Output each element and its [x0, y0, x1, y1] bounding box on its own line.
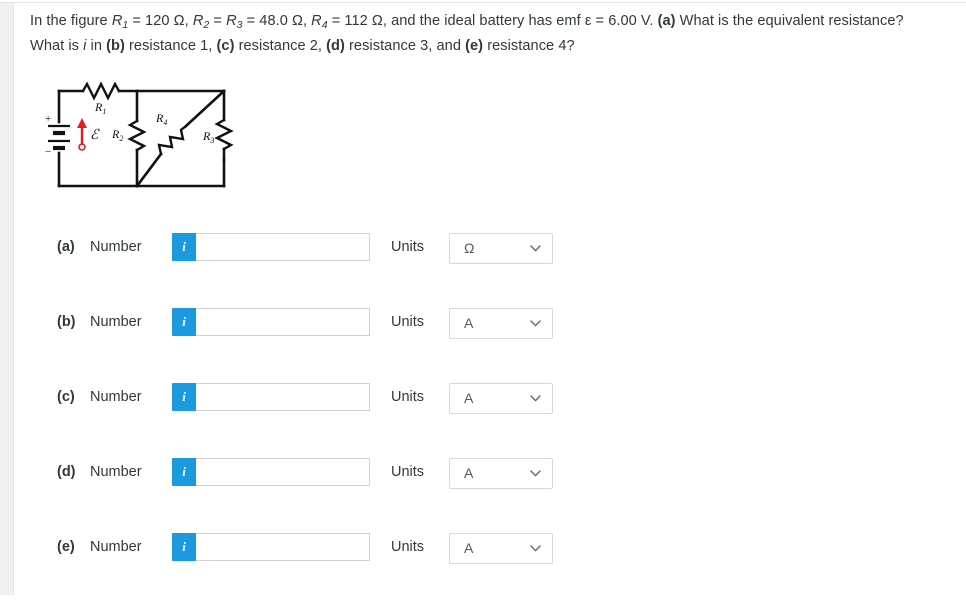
- info-icon[interactable]: i: [172, 383, 196, 411]
- units-select-c[interactable]: A: [449, 383, 553, 414]
- q-part-c-text: resistance 2,: [234, 37, 327, 54]
- r4-label: R4: [155, 111, 167, 127]
- answer-row-d: (d) Number i Units A: [15, 450, 966, 525]
- q-part-b-text: resistance 1,: [124, 37, 217, 54]
- battery-symbol: [48, 124, 70, 151]
- q-part-e-text: resistance 4?: [483, 37, 575, 54]
- resistor-labels: R1 R2 R3 R4: [94, 100, 214, 145]
- q-r1-value: = 120 Ω,: [128, 13, 193, 29]
- units-select-value: A: [464, 390, 474, 406]
- units-label: Units: [391, 464, 425, 480]
- row-number-label: Number: [90, 539, 142, 555]
- answer-row-c: (c) Number i Units A: [15, 375, 966, 450]
- q-part-b-tag: (b): [106, 37, 125, 54]
- q-r2-equals: =: [209, 13, 227, 29]
- answer-number-input-a[interactable]: [196, 233, 370, 261]
- q-line2-pre: What is: [30, 37, 84, 54]
- q-part-d-tag: (d): [326, 37, 345, 54]
- answer-field-group: i: [172, 233, 370, 261]
- answer-number-input-e[interactable]: [196, 533, 370, 561]
- circuit-figure: + − ℰ R1 R2 R3 R4: [43, 75, 243, 200]
- row-number-label: Number: [90, 314, 142, 330]
- answer-row-a: (a) Number i Units Ω: [15, 225, 966, 300]
- answer-number-input-c[interactable]: [196, 383, 370, 411]
- units-select-a[interactable]: Ω: [449, 233, 553, 264]
- answer-number-input-b[interactable]: [196, 308, 370, 336]
- emf-label: ℰ: [90, 128, 100, 143]
- info-icon[interactable]: i: [172, 308, 196, 336]
- row-letter-1: (b): [57, 314, 76, 330]
- circuit-svg: + − ℰ R1 R2 R3 R4: [45, 81, 234, 188]
- q-part-a-tag: (a): [657, 13, 676, 29]
- info-icon[interactable]: i: [172, 533, 196, 561]
- emf-arrow-icon: [77, 118, 87, 151]
- left-gutter: [0, 3, 14, 595]
- q-r4-value: = 112 Ω, and the ideal battery has emf: [327, 13, 585, 29]
- units-select-d[interactable]: A: [449, 458, 553, 489]
- units-label: Units: [391, 239, 425, 255]
- units-select-e[interactable]: A: [449, 533, 553, 564]
- info-icon[interactable]: i: [172, 458, 196, 486]
- page-root: In the figure R1 = 120 Ω, R2 = R3 = 48.0…: [0, 0, 966, 595]
- units-select-value: A: [464, 465, 474, 481]
- row-number-label: Number: [90, 239, 142, 255]
- chevron-down-icon: [530, 245, 541, 252]
- q-r4-symbol: R: [311, 13, 322, 29]
- chevron-down-icon: [530, 545, 541, 552]
- q-emf-value: = 6.00 V.: [591, 13, 658, 29]
- r2-label: R2: [111, 127, 123, 143]
- q-part-e-tag: (e): [465, 37, 484, 54]
- answer-row-b: (b) Number i Units A: [15, 300, 966, 375]
- content-area: In the figure R1 = 120 Ω, R2 = R3 = 48.0…: [15, 3, 966, 595]
- units-label: Units: [391, 539, 425, 555]
- units-label: Units: [391, 314, 425, 330]
- row-number-label: Number: [90, 389, 142, 405]
- answer-row-e: (e) Number i Units A: [15, 525, 966, 600]
- row-letter-0: (a): [57, 239, 75, 255]
- answer-number-input-d[interactable]: [196, 458, 370, 486]
- chevron-down-icon: [530, 470, 541, 477]
- q-r2-symbol: R: [192, 13, 204, 29]
- q-r1-symbol: R: [111, 13, 123, 29]
- q-part-a-text: What is the equivalent resistance?: [675, 13, 904, 29]
- units-select-value: A: [464, 315, 474, 331]
- battery-plus-sign: +: [45, 113, 51, 125]
- units-select-value: Ω: [464, 240, 475, 256]
- answer-field-group: i: [172, 308, 370, 336]
- row-letter-4: (e): [57, 539, 75, 555]
- r3-label: R3: [202, 129, 214, 145]
- chevron-down-icon: [530, 395, 541, 402]
- units-label: Units: [391, 389, 425, 405]
- q-r3-value: = 48.0 Ω,: [242, 13, 312, 29]
- info-icon[interactable]: i: [172, 233, 196, 261]
- units-select-b[interactable]: A: [449, 308, 553, 339]
- q-part-c-tag: (c): [216, 37, 235, 54]
- row-letter-3: (d): [57, 464, 76, 480]
- answer-field-group: i: [172, 533, 370, 561]
- q-r3-symbol: R: [226, 13, 237, 29]
- units-select-value: A: [464, 540, 474, 556]
- row-number-label: Number: [90, 464, 142, 480]
- q-line2-mid: in: [86, 37, 107, 54]
- q-part-d-text: resistance 3, and: [344, 37, 466, 54]
- row-letter-2: (c): [57, 389, 75, 405]
- question-text: In the figure R1 = 120 Ω, R2 = R3 = 48.0…: [30, 11, 955, 57]
- answer-field-group: i: [172, 458, 370, 486]
- answer-field-group: i: [172, 383, 370, 411]
- battery-minus-sign: −: [45, 146, 51, 158]
- answer-rows: (a) Number i Units Ω (b) Number i Units …: [15, 225, 966, 600]
- q-line1-pre: In the figure: [30, 13, 112, 29]
- chevron-down-icon: [530, 320, 541, 327]
- r1-label: R1: [94, 100, 106, 116]
